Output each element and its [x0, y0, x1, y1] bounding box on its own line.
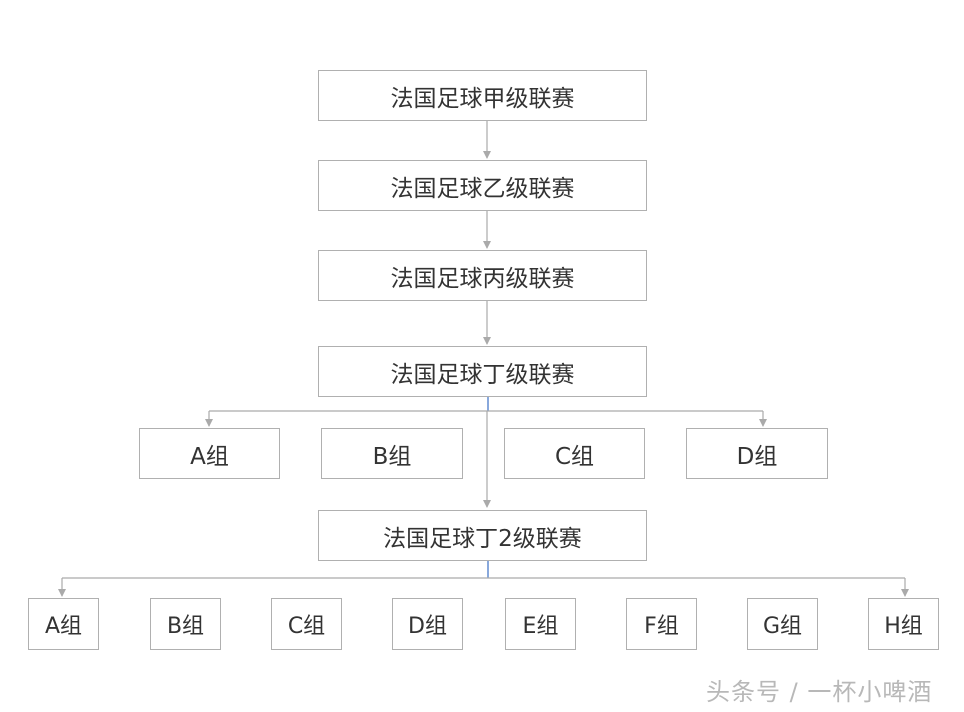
level-box-national2: 法国足球丁级联赛	[318, 346, 647, 397]
level-box-national: 法国足球丙级联赛	[318, 250, 647, 301]
group2-box-g: G组	[747, 598, 818, 650]
group2-box-b: B组	[150, 598, 221, 650]
group2-box-e: E组	[505, 598, 576, 650]
group2-box-c: C组	[271, 598, 342, 650]
level-box-national3: 法国足球丁2级联赛	[318, 510, 647, 561]
group2-box-d: D组	[392, 598, 463, 650]
group2-box-a: A组	[28, 598, 99, 650]
org-chart: 法国足球甲级联赛 法国足球乙级联赛 法国足球丙级联赛 法国足球丁级联赛 A组 B…	[0, 0, 964, 712]
group-box-d: D组	[686, 428, 828, 479]
level-box-ligue2: 法国足球乙级联赛	[318, 160, 647, 211]
group-box-b: B组	[321, 428, 463, 479]
level-box-ligue1: 法国足球甲级联赛	[318, 70, 647, 121]
group-box-c: C组	[504, 428, 645, 479]
group-box-a: A组	[139, 428, 280, 479]
group2-box-f: F组	[626, 598, 697, 650]
group2-box-h: H组	[868, 598, 939, 650]
watermark: 头条号 / 一杯小啤酒	[706, 678, 933, 706]
